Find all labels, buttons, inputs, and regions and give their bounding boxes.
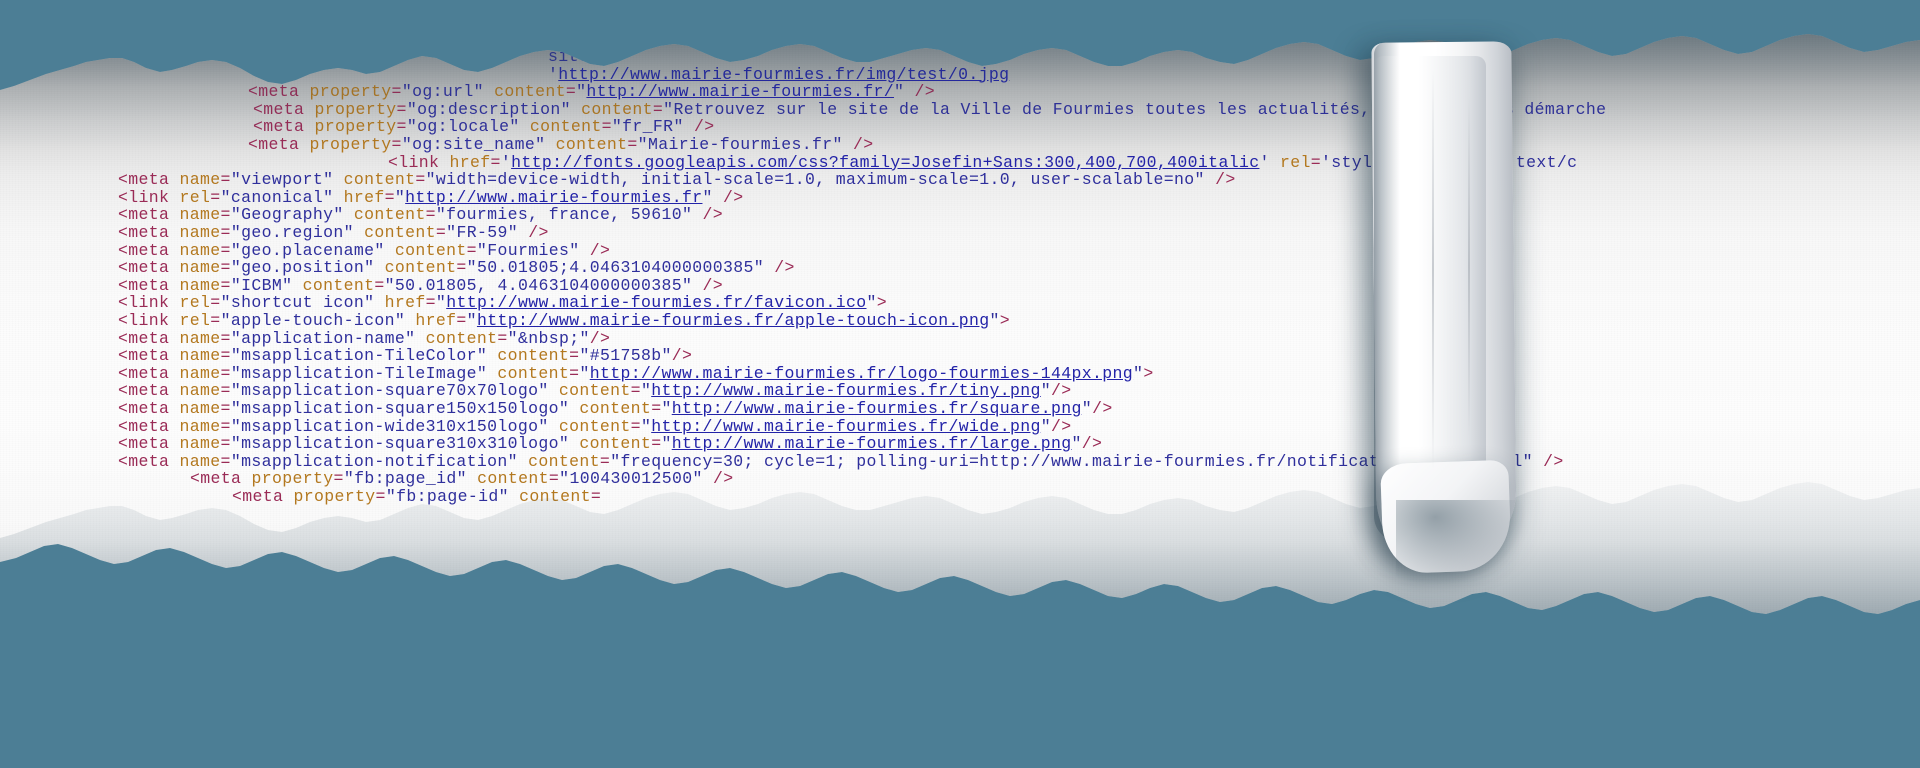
code-line: <meta property="og:locale" content="fr_F… [253,117,715,137]
code-line: <link rel="apple-touch-icon" href="http:… [118,311,1011,330]
code-line: site [548,47,590,66]
code-line: <meta property="og:description" content=… [253,99,1607,119]
code-line: <meta name="viewport" content="width=dev… [118,170,1236,190]
code-line: <meta name="msapplication-square310x310l… [118,434,1103,454]
code-line: <meta property="og:url" content="http://… [248,82,936,102]
code-line: <meta name="msapplication-TileImage" con… [118,363,1154,383]
code-line: <meta property="fb:page_id" content="100… [190,469,734,489]
code-line: <meta property="fb:page-id" content= [232,487,602,506]
code-line: <meta name="geo.position" content="50.01… [118,258,795,278]
code-line: <link href='http://fonts.googleapis.com/… [388,152,1578,172]
code-line: 'http://www.mairie-fourmies.fr/img/test/… [548,64,1010,84]
code-line: <link rel="shortcut icon" href="http://w… [118,293,888,313]
code-line: <link rel="canonical" href="http://www.m… [118,187,744,207]
code-line: <meta name="msapplication-notification" … [118,451,1564,471]
code-line: <meta name="msapplication-TileColor" con… [118,346,693,366]
code-line: <meta name="application-name" content="&… [118,328,611,348]
torn-paper-opening: site'http://www.mairie-fourmies.fr/img/t… [0,0,1920,768]
code-line: <meta name="Geography" content="fourmies… [118,205,724,225]
code-line: <meta name="msapplication-square70x70log… [118,381,1072,401]
rolled-paper-curl-tip [1380,459,1512,575]
code-clip: site'http://www.mairie-fourmies.fr/img/t… [0,0,1920,768]
code-line: <meta property="og:site_name" content="M… [248,135,874,154]
code-line: <meta name="geo.region" content="FR-59" … [118,223,549,242]
code-line: <meta name="geo.placename" content="Four… [118,240,611,260]
torn-paper-scene: site'http://www.mairie-fourmies.fr/img/t… [0,0,1920,768]
code-line: <meta name="ICBM" content="50.01805, 4.0… [118,275,724,295]
code-line: <meta name="msapplication-wide310x150log… [118,416,1072,436]
code-line: <meta name="msapplication-square150x150l… [118,399,1113,418]
